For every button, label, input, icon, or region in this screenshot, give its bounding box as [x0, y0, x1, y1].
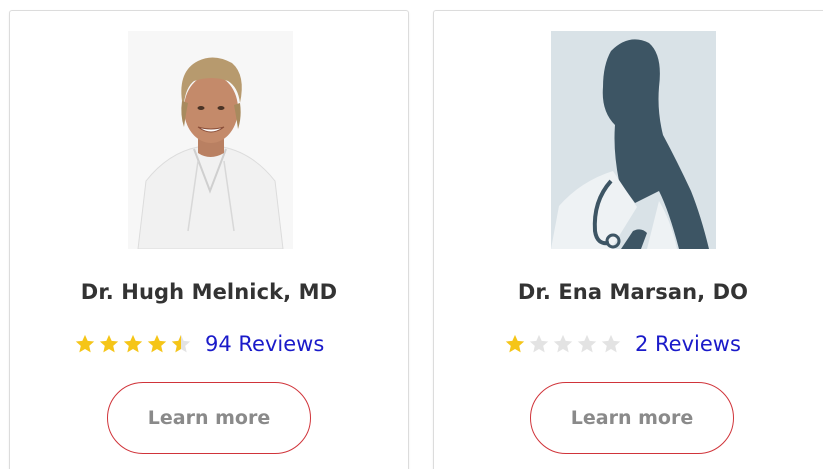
learn-more-button[interactable]: Learn more [530, 382, 734, 454]
star-rating [504, 333, 622, 355]
doctor-name[interactable]: Dr. Ena Marsan, DO [433, 280, 823, 304]
rating-row: 2 Reviews [504, 332, 741, 356]
doctor-card: Dr. Hugh Melnick, MD 94 Reviews Learn mo… [9, 10, 409, 469]
star-empty-icon [528, 333, 550, 355]
doctor-name[interactable]: Dr. Hugh Melnick, MD [10, 280, 408, 304]
star-empty-icon [552, 333, 574, 355]
reviews-link[interactable]: 94 Reviews [205, 332, 324, 356]
doctor-portrait-icon [128, 31, 293, 249]
star-half-icon [170, 333, 192, 355]
learn-more-button[interactable]: Learn more [107, 382, 311, 454]
star-empty-icon [576, 333, 598, 355]
female-doctor-silhouette-icon [551, 31, 716, 249]
star-full-icon [74, 333, 96, 355]
star-full-icon [98, 333, 120, 355]
rating-row: 94 Reviews [74, 332, 324, 356]
doctor-photo[interactable] [551, 31, 716, 249]
star-rating [74, 333, 192, 355]
doctor-cards: Dr. Hugh Melnick, MD 94 Reviews Learn mo… [0, 0, 823, 469]
star-full-icon [504, 333, 526, 355]
star-empty-icon [600, 333, 622, 355]
star-full-icon [146, 333, 168, 355]
star-full-icon [122, 333, 144, 355]
doctor-photo[interactable] [128, 31, 293, 249]
doctor-card: Dr. Ena Marsan, DO 2 Reviews Learn more [433, 10, 823, 469]
reviews-link[interactable]: 2 Reviews [635, 332, 741, 356]
